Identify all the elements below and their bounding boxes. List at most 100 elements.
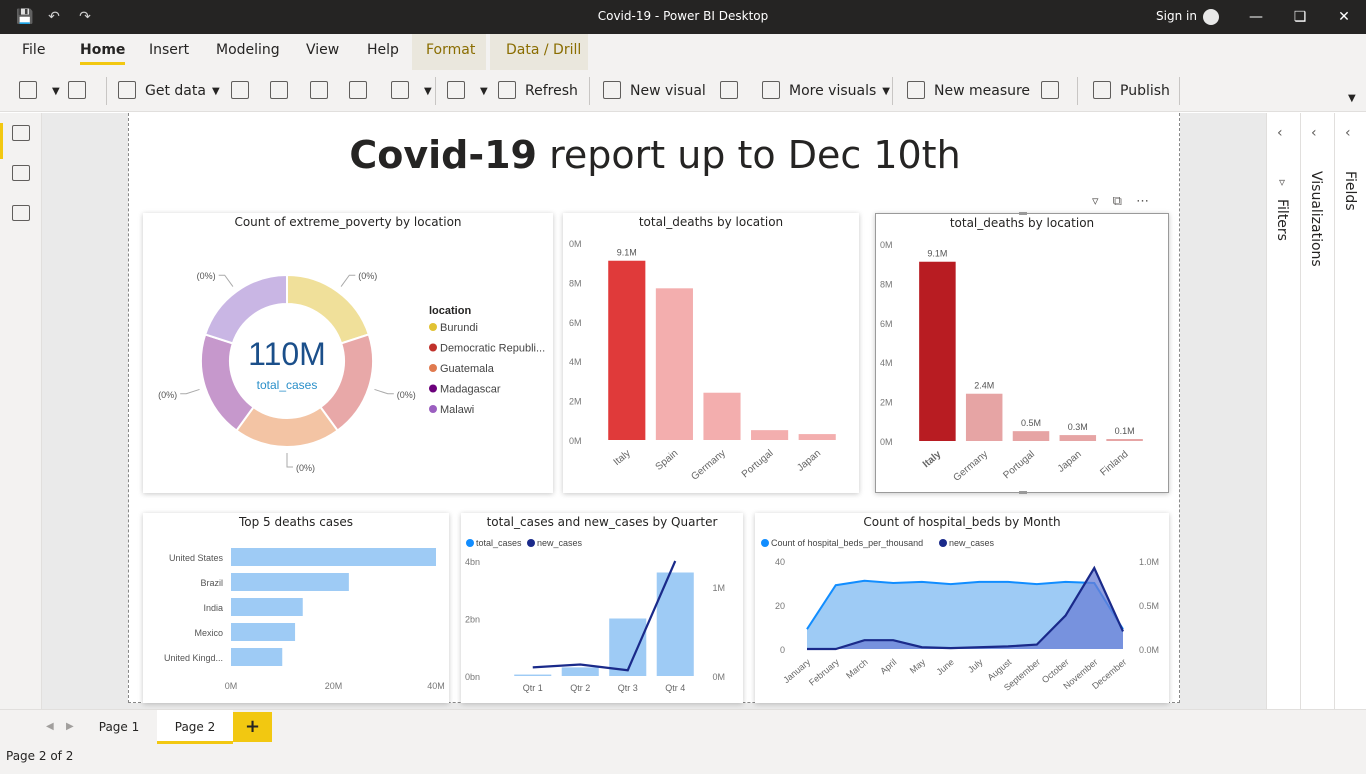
clipboard-icon — [19, 81, 37, 99]
visual-header: ▿ ⧉ ⋯ — [1092, 194, 1149, 209]
transform-data-button[interactable]: ▼ — [447, 80, 488, 102]
model-view-icon[interactable] — [12, 205, 30, 221]
menu-bar: File Home Insert Modeling View Help Form… — [0, 34, 1366, 70]
excel-button[interactable] — [231, 80, 258, 102]
refresh-button[interactable]: Refresh — [498, 80, 578, 102]
add-page-button[interactable]: + — [233, 712, 272, 742]
table-icon — [349, 81, 367, 99]
publish-button[interactable]: Publish — [1093, 80, 1170, 102]
bar — [561, 667, 599, 676]
data-label: 2.4M — [974, 381, 994, 391]
collapse-ribbon-icon[interactable]: ▼ — [1348, 88, 1356, 110]
next-page-icon[interactable]: ▶ — [66, 721, 74, 732]
dataset-icon — [270, 81, 288, 99]
text-box-button[interactable] — [720, 80, 747, 102]
minimize-icon[interactable]: — — [1246, 7, 1266, 27]
page-tabs-bar: ◀ ▶ Page 1 Page 2 + — [0, 709, 1366, 745]
enter-data-button[interactable] — [349, 80, 376, 102]
y2-tick-label: 0M — [712, 672, 725, 682]
y-tick-label: 0M — [569, 239, 582, 249]
close-icon[interactable]: ✕ — [1334, 7, 1354, 27]
restore-icon[interactable]: ❏ — [1290, 7, 1310, 27]
bar — [798, 434, 836, 440]
data-label: 0.1M — [1115, 426, 1135, 436]
focus-mode-icon[interactable]: ⧉ — [1113, 194, 1122, 209]
y-tick-label: India — [203, 603, 223, 613]
quick-measure-button[interactable] — [1041, 80, 1068, 102]
y-tick-label: 8M — [880, 279, 893, 289]
bar — [1012, 431, 1050, 441]
excel-icon — [231, 81, 249, 99]
x-tick-label: Qtr 4 — [665, 683, 685, 693]
y2-tick-label: 0.0M — [1139, 645, 1159, 655]
chevron-left-icon[interactable]: ‹ — [1345, 125, 1351, 141]
bar — [231, 548, 436, 566]
tab-view[interactable]: View — [306, 42, 339, 58]
legend-item: Guatemala — [440, 363, 495, 375]
tab-modeling[interactable]: Modeling — [216, 42, 280, 58]
new-visual-button[interactable]: New visual — [603, 80, 706, 102]
bar — [1106, 439, 1143, 441]
y-tick-label: 0bn — [465, 672, 480, 682]
page-tab-1[interactable]: Page 1 — [84, 710, 154, 744]
chevron-left-icon[interactable]: ‹ — [1277, 125, 1283, 141]
new-measure-button[interactable]: New measure — [907, 80, 1030, 102]
quarter-combo-visual[interactable]: total_cases and new_cases by Quarter tot… — [461, 513, 743, 703]
bar — [231, 623, 296, 641]
side-panes: ‹ ▿ Filters ‹ Visualizations ‹ Fields — [1266, 113, 1366, 709]
bar — [1059, 435, 1097, 441]
slice-label: (0%) — [296, 463, 315, 473]
text-box-icon — [720, 81, 738, 99]
prev-page-icon[interactable]: ◀ — [46, 721, 54, 732]
deaths-bar-visual-selected[interactable]: total_deaths by location 0M 2M 4M 6M 8M 0M 9.1… — [875, 212, 1169, 494]
avatar[interactable] — [1203, 9, 1219, 25]
filter-icon[interactable]: ▿ — [1092, 194, 1099, 209]
visualizations-pane[interactable]: ‹ Visualizations — [1300, 113, 1334, 709]
donut-chart: (0%) (0%) (0%) (0%) (0%) 110M total_cases locat… — [158, 271, 545, 473]
resize-handle[interactable] — [1019, 491, 1027, 494]
x-tick-label: April — [878, 657, 898, 676]
x-tick-label: Italy — [921, 449, 944, 471]
x-tick-label: 20M — [325, 681, 343, 691]
report-view-icon[interactable] — [12, 125, 30, 141]
page-tab-2[interactable]: Page 2 — [157, 710, 233, 744]
sign-in-link[interactable]: Sign in — [1156, 9, 1197, 23]
more-options-icon[interactable]: ⋯ — [1136, 194, 1149, 209]
transform-icon — [447, 81, 465, 99]
y-tick-label: 6M — [880, 319, 893, 329]
donut-visual[interactable]: Count of extreme_poverty by location (0%… — [143, 213, 553, 493]
tab-format[interactable]: Format — [426, 42, 475, 58]
leader-line — [340, 274, 356, 287]
resize-handle[interactable] — [1019, 212, 1027, 215]
tab-home[interactable]: Home — [80, 42, 126, 65]
deaths-bar-visual[interactable]: total_deaths by location 0M 2M 4M 6M 8M 0M 9.1… — [563, 213, 859, 493]
publish-icon — [1093, 81, 1111, 99]
legend-item: Madagascar — [440, 384, 501, 396]
top-deaths-visual[interactable]: Top 5 deaths cases United States Brazil In… — [143, 513, 449, 703]
format-painter-button[interactable] — [68, 80, 95, 102]
fields-pane[interactable]: ‹ Fields — [1334, 113, 1366, 709]
recent-sources-button[interactable]: ▼ — [391, 80, 432, 102]
bar — [703, 392, 741, 440]
menu-file[interactable]: File — [22, 42, 45, 58]
dataset-button[interactable] — [270, 80, 297, 102]
x-tick-label: Japan — [795, 448, 823, 474]
tab-insert[interactable]: Insert — [149, 42, 189, 58]
more-visuals-button[interactable]: More visuals ▼ — [762, 80, 890, 102]
x-tick-label: Germany — [952, 449, 991, 484]
data-view-icon[interactable] — [12, 165, 30, 181]
hospital-beds-visual[interactable]: Count of hospital_beds by Month Count of… — [755, 513, 1169, 703]
tab-data-drill[interactable]: Data / Drill — [506, 42, 581, 58]
data-label: 9.1M — [927, 249, 947, 259]
tab-help[interactable]: Help — [367, 42, 399, 58]
get-data-button[interactable]: Get data ▼ — [118, 80, 220, 102]
paste-button[interactable]: ▼ — [19, 80, 60, 102]
slice-label: (0%) — [158, 390, 177, 400]
filters-pane[interactable]: ‹ ▿ Filters — [1266, 113, 1300, 709]
x-tick-label: Qtr 1 — [523, 683, 543, 693]
y2-tick-label: 1.0M — [1139, 557, 1159, 567]
chevron-left-icon[interactable]: ‹ — [1311, 125, 1317, 141]
legend-marker — [527, 539, 535, 547]
dataverse-button[interactable] — [310, 80, 337, 102]
x-tick-label: May — [908, 657, 928, 676]
